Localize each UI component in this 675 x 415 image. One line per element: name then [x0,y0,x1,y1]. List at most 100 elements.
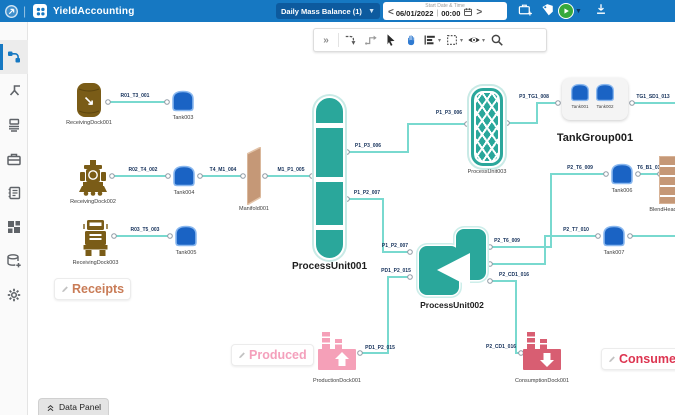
chevron-down-icon: ▼ [368,8,375,15]
toolbar-visibility-tool[interactable]: ▾ [465,31,487,49]
double-chevron-up-icon [46,403,55,412]
stream-port [604,172,609,177]
node-label-ProcessUnit001: ProcessUnit001 [270,261,390,272]
annotation-label: Produced [249,348,307,362]
stream-T7-out[interactable] [628,234,675,239]
node-Manifold001[interactable] [247,147,261,205]
run-caret-icon[interactable]: ▼ [575,8,582,15]
stream-port [110,174,115,179]
stream-label: P1_P3_006 [436,110,462,116]
stream-label: P2_T6_009 [494,238,520,244]
stream-port [505,121,510,126]
run-button[interactable]: ▼ [558,0,582,22]
tag-icon[interactable] [538,0,556,18]
node-label-ConsumptionDock001: ConsumptionDock001 [482,378,602,384]
sidebar-item-data-sources[interactable] [0,244,28,278]
node-ProcessUnit003[interactable] [471,88,503,166]
node-Tank007[interactable] [602,225,626,247]
stream-R03_T5_003[interactable]: R03_T5_003 [112,227,173,238]
prev-date-button[interactable]: < [386,8,396,18]
pan-tool-icon [404,33,418,47]
sidebar-item-journal[interactable] [0,176,28,210]
node-TankGroup001[interactable]: Tank001Tank002 [562,78,628,120]
annotation-label: Consumed [619,352,675,366]
stream-port [165,100,170,105]
node-ProductionDock001[interactable] [318,332,356,374]
stream-label: R02_T4_002 [129,167,158,173]
stream-PD1_P2_015[interactable]: PD1_P2_015PD1_P2_015 [358,268,413,355]
stream-label: P1_P2_007 [382,243,408,249]
stream-label: R03_T5_003 [131,227,160,233]
time-value[interactable]: 00:00 [441,9,460,18]
stream-P1_P2_007[interactable]: P1_P2_007P1_P2_007 [345,190,413,254]
diagram-toolbar: »▾▾▾ [313,28,547,52]
node-ReceivingDock001[interactable]: ↘ [74,81,104,119]
sidebar-item-cases[interactable] [0,142,28,176]
stream-T4_M1_004[interactable]: T4_M1_004 [198,167,246,178]
node-Tank003[interactable] [171,90,195,112]
stream-label: PD1_P2_015 [365,345,395,351]
toolbar-polyline-tool[interactable] [361,31,381,49]
settings-icon [6,287,22,303]
sidebar-item-settings[interactable] [0,278,28,312]
chevron-down-icon: ▾ [438,37,441,44]
stream-label: P2_CD1_016 [499,272,529,278]
date-time-picker[interactable]: Start Date & Time < 06/01/2022 | 00:00 > [383,2,507,20]
toolbar-select-tool[interactable] [381,31,401,49]
app-title: YieldAccounting [53,0,135,22]
chevron-down-icon: ▾ [482,37,485,44]
node-label-ProcessUnit003: ProcessUnit003 [427,169,547,175]
cases-icon [6,151,22,167]
annotation-receipts[interactable]: Receipts [54,278,131,300]
node-ReceivingDock002[interactable] [78,160,108,196]
data-panel-toggle[interactable]: Data Panel [38,398,109,415]
sidebar-item-dashboard[interactable] [0,210,28,244]
next-date-button[interactable]: > [474,8,484,18]
stream-M1_P1_005[interactable]: M1_P1_005 [263,167,315,178]
stream-P3_TG1_008[interactable]: P3_TG1_008 [505,94,561,125]
sidebar-item-flowsheet[interactable] [0,40,28,74]
marquee-select-tool-icon [445,33,459,47]
circle-arrow-icon[interactable] [4,0,19,22]
dashboard-icon [6,219,22,235]
node-ProcessUnit001[interactable] [316,98,343,258]
node-ProcessUnit002[interactable] [416,226,488,298]
apps-icon[interactable] [33,0,47,22]
stream-label: P2_T7_010 [563,227,589,233]
date-value[interactable]: 06/01/2022 [396,9,434,18]
toolbar-marquee-select-tool[interactable]: ▾ [443,31,465,49]
node-Tank005[interactable] [174,225,198,247]
sidebar-item-flows[interactable] [0,108,28,142]
download-icon[interactable] [592,0,610,18]
annotation-produced[interactable]: Produced [231,344,314,366]
node-label-Tank004: Tank004 [124,190,244,196]
toolbar-connector-tool[interactable] [341,31,361,49]
annotation-consumed[interactable]: Consumed [601,348,675,370]
stream-port [166,174,171,179]
flows-icon [6,117,22,133]
stream-R02_T4_002[interactable]: R02_T4_002 [110,167,171,178]
case-add-icon[interactable] [516,0,534,18]
node-Tank004[interactable] [172,165,196,187]
stream-port [596,234,601,239]
view-selector-dropdown[interactable]: Daily Mass Balance (1) ▼ [276,3,380,19]
play-icon[interactable] [558,3,574,19]
node-ConsumptionDock001[interactable] [523,332,561,374]
stream-label: P1_P3_006 [355,143,381,149]
node-label-ReceivingDock002: ReceivingDock002 [33,199,153,205]
stream-label: P2_T6_009 [567,165,593,171]
stream-P1_P3_006[interactable]: P1_P3_006 P1_P3_006 [345,110,470,154]
tank-group-tank-label: Tank002 [590,104,620,109]
toolbar-expand-tools[interactable]: » [316,31,336,49]
node-Tank006[interactable] [610,163,634,185]
sidebar-item-streams[interactable] [0,74,28,108]
node-ReceivingDock003[interactable] [82,219,109,257]
toolbar-pan-tool[interactable] [401,31,421,49]
stream-R01_T3_001[interactable]: R01_T3_001 [106,93,170,104]
node-BlendHeader001[interactable] [659,156,675,204]
toolbar-zoom-tool[interactable] [487,31,507,49]
stream-TG1_SD1_013[interactable]: TG1_SD1_013 [630,94,675,105]
toolbar-layout-tool[interactable]: ▾ [421,31,443,49]
data-panel-label: Data Panel [59,402,101,412]
node-label-Tank006: Tank006 [562,188,675,194]
